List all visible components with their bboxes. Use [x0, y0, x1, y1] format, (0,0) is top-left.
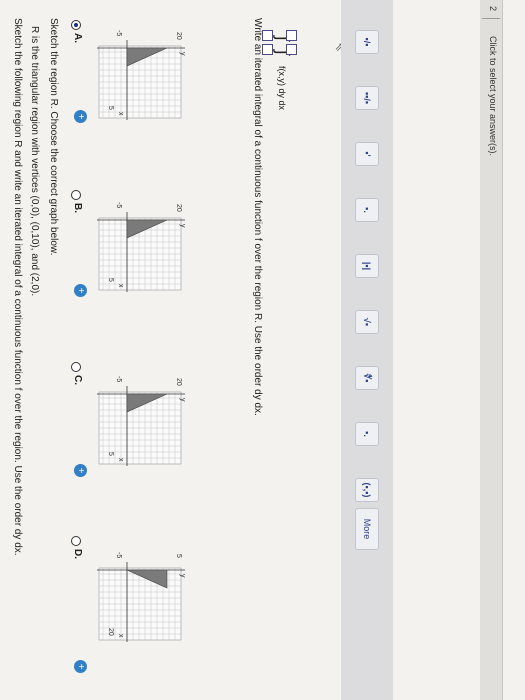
y-axis-max-label: 20: [175, 204, 182, 212]
x-axis-min-label: -5: [115, 202, 122, 208]
nth-root-icon[interactable]: ∜▪: [355, 366, 379, 390]
option-a-radio[interactable]: [71, 20, 81, 30]
option-a-zoom-icon[interactable]: +: [74, 110, 87, 123]
option-d-label: D.: [72, 549, 83, 559]
x-axis-label: x: [117, 634, 124, 638]
y-axis-label: y: [179, 52, 186, 56]
x-axis-min-label: -5: [115, 552, 122, 558]
iterated-integral-answer: ∫ ∫ f(x,y) dy dx: [262, 24, 297, 144]
inner-lower-limit-input[interactable]: [262, 44, 273, 55]
outer-lower-limit-input[interactable]: [262, 30, 273, 41]
option-b-label: B.: [72, 203, 83, 213]
option-b-zoom-icon[interactable]: +: [74, 284, 87, 297]
status-divider: [482, 18, 500, 19]
absolute-value-icon[interactable]: |▪|: [355, 254, 379, 278]
x-axis-label: x: [117, 458, 124, 462]
status-hint: Click to select your answer(s).: [488, 36, 498, 157]
decimal-icon[interactable]: ▪.: [355, 422, 379, 446]
inner-upper-limit-input[interactable]: [286, 44, 297, 55]
x-axis-label: x: [117, 284, 124, 288]
subscript-icon[interactable]: ▪.: [355, 198, 379, 222]
option-b-radio[interactable]: [71, 190, 81, 200]
screen: Sketch the following region R and write …: [0, 0, 525, 700]
sqrt-icon[interactable]: √▪: [355, 310, 379, 334]
iterated-integral-prompt: Write an iterated integral of a continuo…: [252, 18, 263, 416]
more-button[interactable]: More: [355, 508, 379, 550]
fraction-icon[interactable]: ▪/▪: [355, 30, 379, 54]
option-d-radio[interactable]: [71, 536, 81, 546]
integrand: f(x,y) dy dx: [277, 66, 287, 111]
math-toolbar: More ▪/▪ ▪▪/▪ ▪' ▪. |▪| √▪ ∜▪ ▪. (▪,▪): [341, 0, 393, 700]
y-axis-max-label: 5: [175, 554, 182, 558]
question-text: Sketch the following region R and write …: [12, 18, 23, 556]
option-a-label: A.: [72, 33, 83, 43]
interval-icon[interactable]: (▪,▪): [355, 478, 379, 502]
option-c-radio[interactable]: [71, 362, 81, 372]
x-axis-max-label: 5: [107, 452, 114, 456]
y-axis-label: y: [179, 398, 186, 402]
x-axis-label: x: [117, 112, 124, 116]
y-axis-label: y: [179, 224, 186, 228]
question-panel: Sketch the following region R and write …: [0, 0, 525, 700]
y-axis-max-label: 20: [175, 32, 182, 40]
x-axis-min-label: -5: [115, 30, 122, 36]
x-axis-max-label: 5: [107, 278, 114, 282]
option-a-graph: 20 y x5 -5: [97, 30, 186, 120]
region-description: R is the triangular region with vertices…: [29, 26, 40, 297]
superscript-icon[interactable]: ▪': [355, 142, 379, 166]
option-c-label: C.: [72, 375, 83, 385]
x-axis-min-label: -5: [115, 376, 122, 382]
option-c-graph: 20 y x5 -5: [97, 376, 186, 466]
mixed-number-icon[interactable]: ▪▪/▪: [355, 86, 379, 110]
sketch-instruction: Sketch the region R. Choose the correct …: [48, 18, 59, 256]
x-axis-max-label: 20: [107, 628, 114, 636]
outer-upper-limit-input[interactable]: [286, 30, 297, 41]
y-axis-max-label: 20: [175, 378, 182, 386]
option-d-zoom-icon[interactable]: +: [74, 660, 87, 673]
x-axis-max-label: 5: [107, 106, 114, 110]
status-bar: 2 Click to select your answer(s).: [480, 0, 503, 700]
option-b-graph: 20 y x5 -5: [97, 202, 186, 292]
y-axis-label: y: [179, 574, 186, 578]
option-d-graph: 5 y x20 -5: [97, 552, 186, 642]
option-c-zoom-icon[interactable]: +: [74, 464, 87, 477]
page-number: 2: [488, 6, 498, 12]
